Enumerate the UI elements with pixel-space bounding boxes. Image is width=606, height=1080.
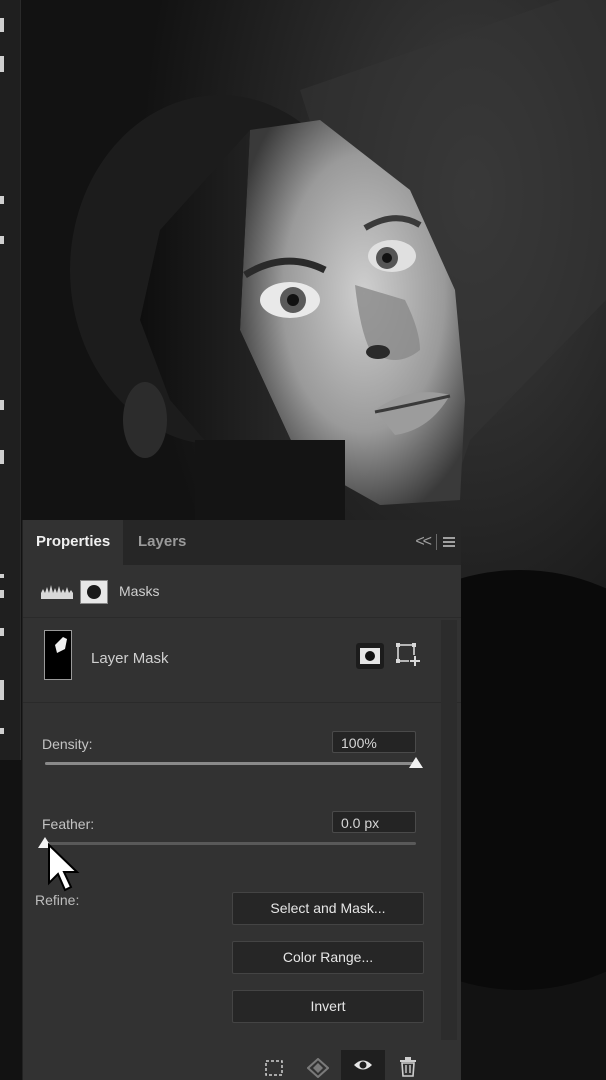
tool-icon[interactable] xyxy=(0,450,4,464)
tab-properties[interactable]: Properties xyxy=(23,520,124,565)
collapse-panel-icon[interactable]: << xyxy=(415,533,432,551)
density-label: Density: xyxy=(42,736,93,752)
tool-icon[interactable] xyxy=(0,728,4,734)
masks-header: Masks xyxy=(23,565,461,618)
panel-scrollbar[interactable] xyxy=(441,620,457,1040)
load-selection-icon[interactable] xyxy=(265,1060,283,1076)
density-slider-thumb[interactable] xyxy=(409,757,423,768)
masks-label: Masks xyxy=(119,583,160,599)
feather-label: Feather: xyxy=(42,816,95,832)
mouse-pointer-icon xyxy=(48,843,80,892)
mask-shape-icon[interactable] xyxy=(80,580,108,604)
tool-icon[interactable] xyxy=(0,196,4,204)
layer-mask-thumbnail[interactable] xyxy=(44,630,72,680)
add-vector-mask-icon[interactable] xyxy=(396,642,422,668)
tool-icon[interactable] xyxy=(0,680,4,700)
feather-field[interactable]: 0.0 px xyxy=(332,811,416,833)
panel-bottom-bar xyxy=(23,1050,461,1080)
panel-tab-bar: Properties Layers << xyxy=(23,520,461,565)
tool-icon[interactable] xyxy=(0,236,4,244)
density-slider[interactable] xyxy=(45,757,423,768)
properties-panel: Properties Layers << Masks Layer Mask De… xyxy=(22,520,461,1080)
tool-icon[interactable] xyxy=(0,18,4,32)
tool-icon[interactable] xyxy=(0,628,4,636)
eye-icon xyxy=(354,1060,372,1070)
add-pixel-mask-button[interactable] xyxy=(356,643,384,669)
tool-icon[interactable] xyxy=(0,56,4,72)
tool-icon[interactable] xyxy=(0,590,4,598)
apply-mask-icon[interactable] xyxy=(307,1058,329,1078)
feather-slider[interactable] xyxy=(38,837,416,848)
toggle-mask-visibility-button[interactable] xyxy=(341,1050,385,1080)
select-and-mask-button[interactable]: Select and Mask... xyxy=(232,892,424,925)
tool-icon[interactable] xyxy=(0,574,4,578)
invert-button[interactable]: Invert xyxy=(232,990,424,1023)
panel-menu-icon[interactable] xyxy=(443,537,455,547)
layer-mask-label: Layer Mask xyxy=(91,650,169,667)
density-field[interactable]: 100% xyxy=(332,731,416,753)
divider xyxy=(436,534,437,550)
tool-icon[interactable] xyxy=(0,400,4,410)
color-range-button[interactable]: Color Range... xyxy=(232,941,424,974)
panel-controls: << xyxy=(415,532,455,552)
pixel-mask-icon[interactable] xyxy=(41,583,73,599)
refine-label: Refine: xyxy=(35,892,80,908)
tab-layers[interactable]: Layers xyxy=(125,520,199,565)
density-slider-fill xyxy=(45,762,416,765)
trash-icon[interactable] xyxy=(399,1057,417,1077)
layer-mask-row: Layer Mask xyxy=(23,618,461,703)
tools-panel-strip[interactable] xyxy=(0,0,21,760)
